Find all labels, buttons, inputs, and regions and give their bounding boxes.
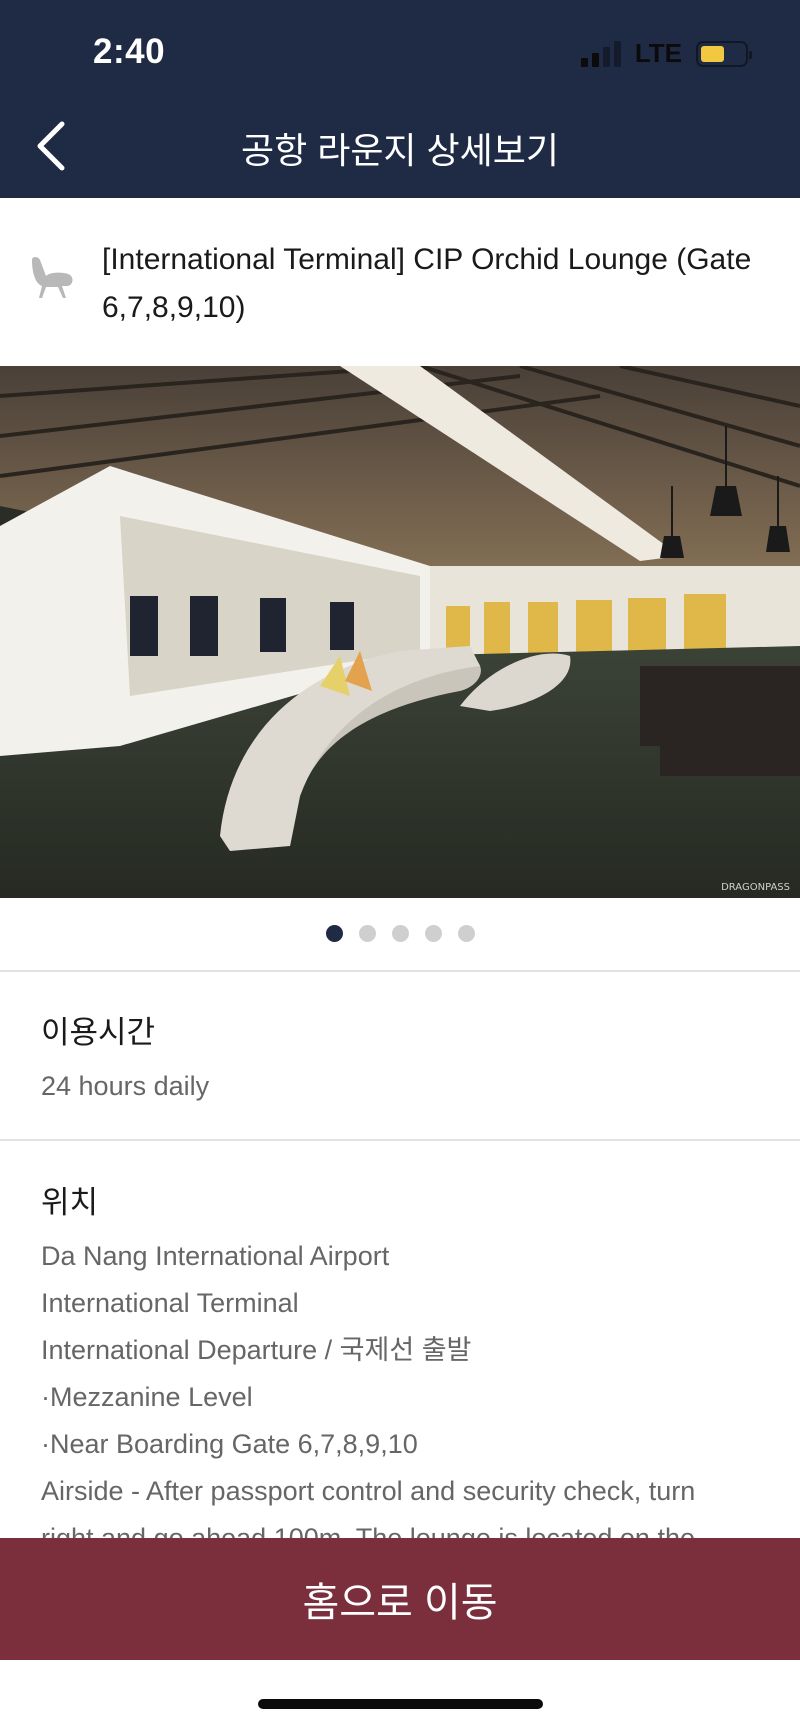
lounge-photo: DRAGONPASS [0,366,800,898]
go-home-button[interactable]: 홈으로 이동 [0,1538,800,1660]
page-title: 공항 라운지 상세보기 [240,130,560,171]
photo-watermark: DRAGONPASS [721,882,790,893]
location-line: International Departure / 국제선 출발 [41,1335,472,1365]
network-type: LTE [634,38,682,68]
lounge-photo-carousel[interactable]: DRAGONPASS [0,366,800,898]
lounge-chair-icon [32,257,73,298]
carousel-dot[interactable] [457,925,475,942]
status-indicators: LTE [580,38,752,69]
carousel-dot[interactable] [358,925,376,942]
app-header: 2:40 LTE 공항 라운지 상세보기 [0,0,800,198]
location-line: ·Near Boarding Gate 6,7,8,9,10 [41,1429,418,1459]
carousel-pagination [0,925,800,942]
divider [0,970,800,972]
divider [0,1139,800,1141]
carousel-dot[interactable] [424,925,442,942]
hours-value: 24 hours daily [41,1071,210,1101]
carousel-dot[interactable] [325,925,343,942]
hours-label: 이용시간 [41,1015,156,1050]
location-text: Da Nang International Airport Internatio… [41,1233,695,1562]
signal-icon [580,40,621,67]
location-line: Da Nang International Airport [41,1241,390,1271]
carousel-dot[interactable] [391,925,409,942]
lounge-name: [International Terminal] CIP Orchid Loun… [102,243,752,324]
location-line: Airside - After passport control and sec… [41,1476,696,1506]
battery-icon [696,40,752,67]
status-time: 2:40 [93,32,166,71]
home-indicator [258,1699,543,1709]
lounge-title-row: [International Terminal] CIP Orchid Loun… [0,198,800,366]
location-line: International Terminal [41,1288,299,1318]
location-label: 위치 [41,1185,99,1220]
location-line: ·Mezzanine Level [41,1382,253,1412]
